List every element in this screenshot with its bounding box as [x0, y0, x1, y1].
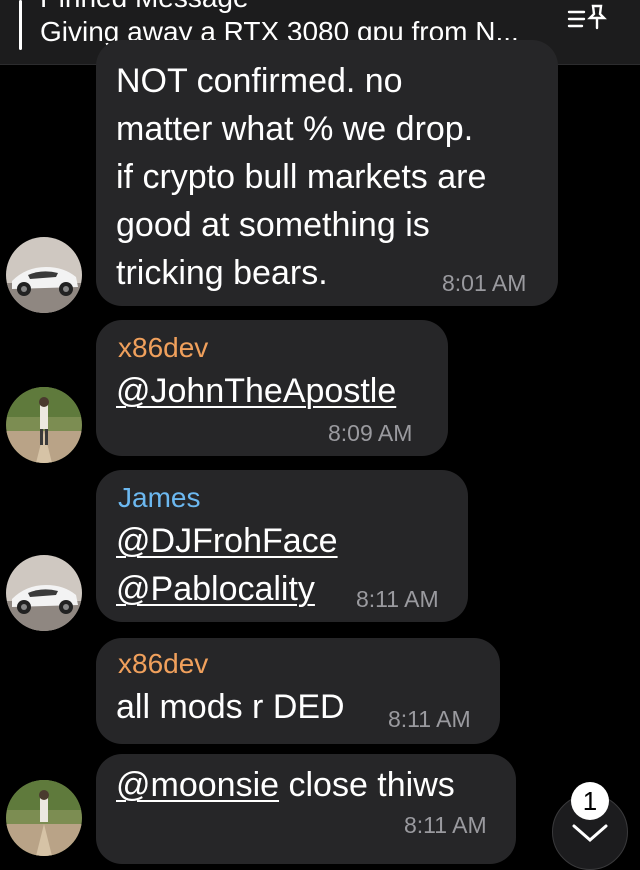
- avatar[interactable]: [6, 387, 82, 463]
- mention-link[interactable]: @DJFrohFace: [116, 522, 338, 561]
- avatar[interactable]: [6, 555, 82, 631]
- message-bubble[interactable]: x86dev all mods r DED 8:11 AM: [96, 638, 500, 744]
- message-time: 8:11 AM: [356, 586, 439, 612]
- message-time: 8:01 AM: [442, 270, 527, 296]
- sender-name[interactable]: x86dev: [118, 648, 208, 680]
- message-bubble[interactable]: x86dev @JohnTheApostle 8:09 AM: [96, 320, 448, 456]
- message-line: NOT confirmed. no: [116, 62, 403, 100]
- pin-list-icon[interactable]: [566, 2, 610, 34]
- sender-name[interactable]: x86dev: [118, 332, 208, 364]
- message-bubble[interactable]: James @DJFrohFace @Pablocality 8:11 AM: [96, 470, 468, 622]
- mention-link[interactable]: @moonsie: [116, 766, 279, 804]
- message-line: matter what % we drop.: [116, 110, 474, 148]
- mention-link[interactable]: @Pablocality: [116, 570, 315, 609]
- message-time: 8:11 AM: [404, 812, 487, 838]
- message-time: 8:09 AM: [328, 420, 413, 446]
- pinned-title: Pinned Message: [40, 0, 249, 14]
- avatar[interactable]: [6, 780, 82, 856]
- message-text-rest: close thiws: [279, 766, 455, 804]
- message-text: all mods r DED: [116, 688, 345, 726]
- sender-name[interactable]: James: [118, 482, 200, 514]
- message-text: @moonsie close thiws: [116, 766, 455, 805]
- mention-link[interactable]: @JohnTheApostle: [116, 372, 396, 411]
- message-bubble[interactable]: NOT confirmed. no matter what % we drop.…: [96, 40, 558, 306]
- message-bubble[interactable]: @moonsie close thiws 8:11 AM: [96, 754, 516, 864]
- unread-count-badge: 1: [571, 782, 609, 820]
- avatar[interactable]: [6, 237, 82, 313]
- pinned-indicator: [19, 0, 22, 50]
- message-line: tricking bears.: [116, 254, 328, 292]
- message-line: good at something is: [116, 206, 430, 244]
- message-time: 8:11 AM: [388, 706, 471, 732]
- message-line: if crypto bull markets are: [116, 158, 487, 196]
